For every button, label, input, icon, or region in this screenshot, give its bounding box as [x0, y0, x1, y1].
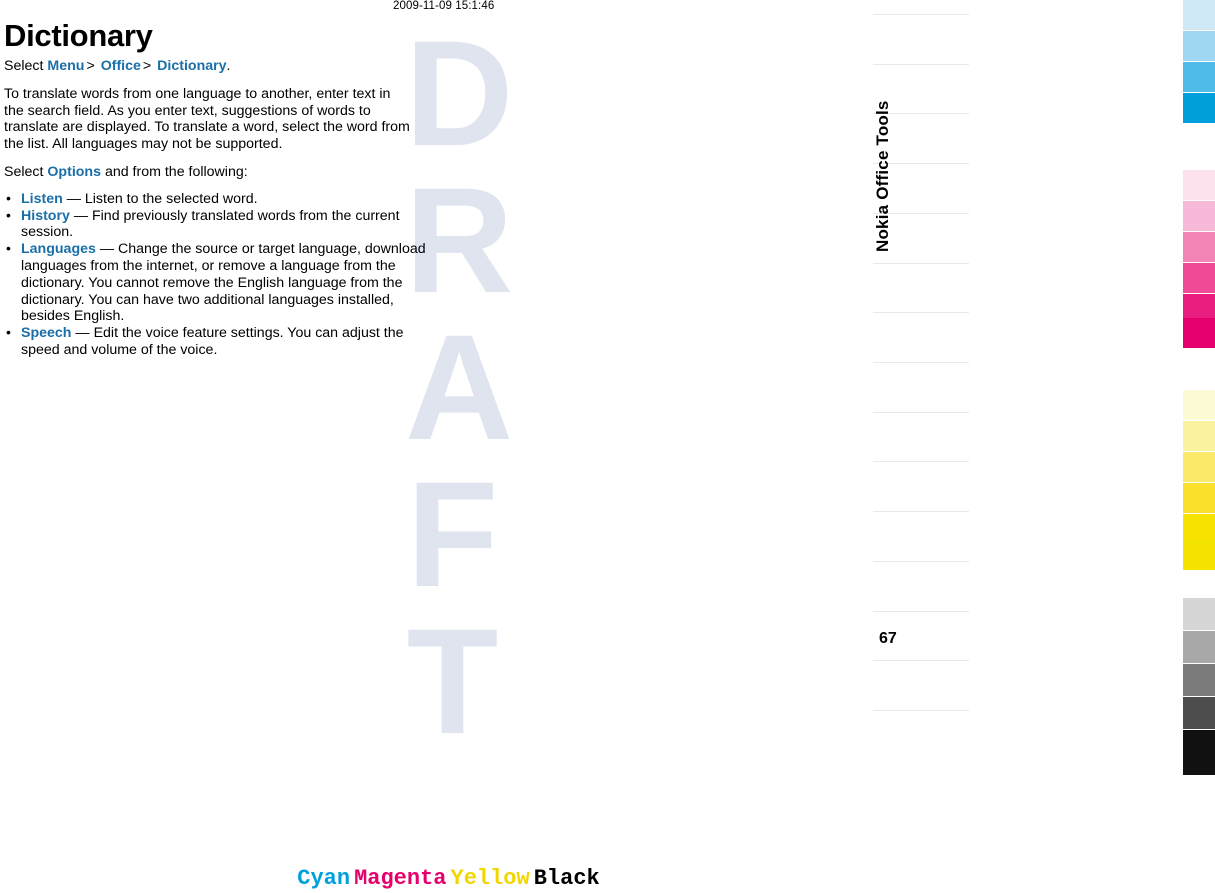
color-name-cyan: Cyan — [297, 866, 351, 891]
list-item-dash: — — [66, 190, 81, 207]
color-swatch-gray-l3 — [1183, 664, 1215, 696]
bullet-dot-icon: • — [6, 324, 11, 341]
color-swatch-cyan-light-1 — [1183, 0, 1215, 30]
color-swatch-cyan-mid — [1183, 62, 1215, 92]
page-number: 67 — [879, 630, 897, 647]
list-item-dash: — — [75, 325, 90, 342]
list-item: • History — Find previously translated w… — [4, 206, 430, 242]
list-item-term[interactable]: History — [21, 208, 70, 224]
color-calibration-strip — [1183, 0, 1215, 775]
color-swatch-magenta-solid — [1183, 318, 1215, 348]
breadcrumb-end: . — [226, 58, 231, 74]
color-name-magenta: Magenta — [354, 866, 447, 891]
watermark-letter: F — [406, 450, 499, 618]
bullet-dot-icon: • — [6, 240, 11, 257]
list-item: • Speech — Edit the voice feature settin… — [4, 324, 430, 359]
color-swatch-yellow-deep — [1183, 540, 1215, 570]
color-swatch-black-solid — [1183, 730, 1215, 775]
intro-paragraph: To translate words from one language to … — [4, 85, 410, 153]
color-swatch-gray-l4 — [1183, 697, 1215, 729]
color-swatch-gray-l2 — [1183, 631, 1215, 663]
breadcrumb-separator: > — [86, 58, 95, 74]
list-item: • Listen — Listen to the selected word. — [4, 189, 430, 208]
bullet-dot-icon: • — [6, 206, 11, 223]
breadcrumb-item-dictionary[interactable]: Dictionary — [157, 58, 226, 74]
page-content: Dictionary Select Menu > Office > Dictiona… — [0, 18, 430, 359]
color-swatch-gray-l1 — [1183, 598, 1215, 630]
watermark-letter: T — [406, 597, 499, 765]
breadcrumb: Select Menu > Office > Dictionary. — [0, 58, 414, 75]
options-lead-prefix: Select — [4, 163, 44, 180]
color-swatch-magenta-l1 — [1183, 170, 1215, 200]
breadcrumb-separator: > — [142, 58, 152, 74]
color-swatch-yellow-l3 — [1183, 452, 1215, 482]
breadcrumb-select-label: Select — [4, 58, 44, 74]
options-link[interactable]: Options — [47, 164, 101, 180]
running-header: Nokia Office Tools — [873, 100, 892, 252]
options-lead: Select Options and from the following: — [0, 164, 414, 181]
color-swatch-magenta-l3 — [1183, 232, 1215, 262]
color-swatch-yellow-l2 — [1183, 421, 1215, 451]
list-item-dash: — — [73, 207, 89, 224]
list-item-text: Listen to the selected word. — [84, 190, 258, 207]
list-item-term[interactable]: Listen — [21, 191, 63, 207]
color-swatch-cyan-light-2 — [1183, 31, 1215, 61]
color-name-black: Black — [533, 866, 600, 891]
list-item-term[interactable]: Speech — [21, 325, 71, 341]
breadcrumb-item-menu[interactable]: Menu — [47, 58, 84, 74]
bullet-dot-icon: • — [6, 189, 11, 206]
color-name-labels: Cyan Magenta Yellow Black — [0, 866, 897, 891]
breadcrumb-item-office[interactable]: Office — [101, 58, 141, 74]
page-title: Dictionary — [4, 18, 153, 53]
options-lead-suffix: and from the following: — [104, 163, 248, 180]
color-swatch-magenta-l2 — [1183, 201, 1215, 231]
list-item-term[interactable]: Languages — [21, 241, 96, 257]
list-item: • Languages — Change the source or targe… — [4, 240, 430, 325]
color-swatch-yellow-l1 — [1183, 390, 1215, 420]
color-swatch-magenta-l4 — [1183, 263, 1215, 293]
options-list: • Listen — Listen to the selected word. … — [0, 189, 430, 359]
color-swatch-yellow-l4 — [1183, 483, 1215, 513]
color-swatch-cyan-solid — [1183, 93, 1215, 123]
list-item-dash: — — [99, 241, 115, 258]
color-name-yellow: Yellow — [450, 866, 530, 891]
